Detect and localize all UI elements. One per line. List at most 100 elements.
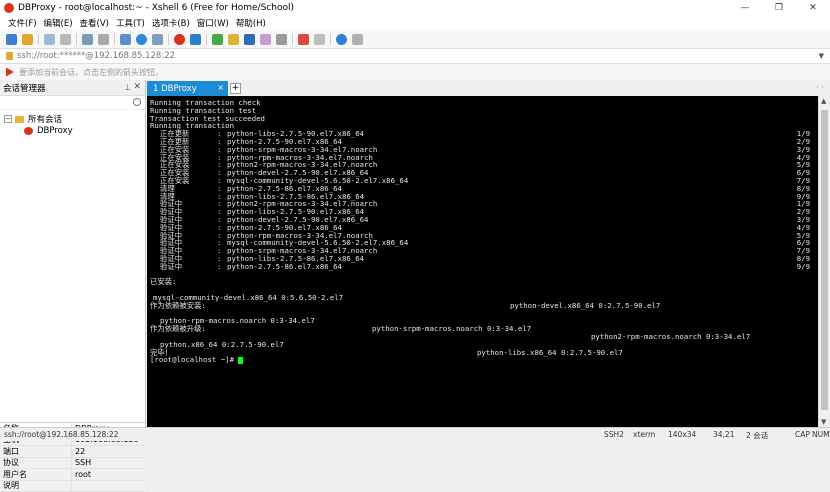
window-controls: — ❐ ✕ — [728, 0, 830, 16]
lock-screen-icon[interactable] — [228, 34, 239, 45]
property-value: 22 — [72, 447, 85, 456]
connect-icon[interactable] — [44, 34, 55, 45]
status-num: NUM — [812, 430, 830, 439]
status-connection: ssh://root@192.168.85.128:22 — [4, 430, 118, 439]
help-icon[interactable] — [336, 34, 347, 45]
tab-label: 1 DBProxy — [153, 84, 197, 94]
fullscreen-icon[interactable] — [212, 34, 223, 45]
maximize-button[interactable]: ❐ — [762, 0, 796, 16]
session-icon — [24, 127, 33, 135]
copy-icon[interactable] — [82, 34, 93, 45]
toolbar-divider — [206, 34, 207, 45]
hint-text: 要添加当前会话，点击左侧的箭头按钮。 — [19, 67, 163, 78]
address-bar[interactable]: ssh://root:******@192.168.85.128:22 ▼ — [0, 48, 830, 64]
transaction-separator: : — [217, 263, 221, 271]
property-row: 协议 SSH — [0, 458, 146, 470]
window-title: DBProxy - root@localhost:~ - Xshell 6 (F… — [18, 3, 294, 13]
status-terminal-type: xterm — [633, 430, 655, 439]
folder-icon — [15, 116, 24, 123]
xftp-transfer-icon[interactable] — [190, 34, 201, 45]
terminal-scrollbar[interactable]: ▲ ▼ — [818, 96, 830, 427]
scroll-up-icon[interactable]: ▲ — [821, 97, 826, 105]
property-row: 端口 22 — [0, 446, 146, 458]
property-key: 端口 — [0, 446, 72, 457]
tab-dbproxy[interactable]: 1 DBProxy × — [147, 81, 228, 96]
terminal-settings-icon[interactable] — [120, 34, 131, 45]
prompt-line[interactable]: [root@localhost ~]# — [150, 356, 818, 364]
shell-prompt: [root@localhost ~]# — [150, 355, 238, 364]
terminal-blank-line — [150, 317, 818, 325]
disconnect-icon[interactable] — [60, 34, 71, 45]
tree-item-label: DBProxy — [37, 126, 73, 136]
session-hint-bar: 要添加当前会话，点击左侧的箭头按钮。 — [0, 64, 830, 80]
toolbar-divider — [168, 34, 169, 45]
property-row: 说明 — [0, 481, 146, 492]
session-manager-title: 会话管理器 — [3, 82, 46, 94]
address-input[interactable]: ssh://root:******@192.168.85.128:22 — [17, 51, 175, 61]
toolbar-divider — [292, 34, 293, 45]
dependency-installed-row: python-rpm-macros.noarch 0:3-34.el7 pyth… — [150, 310, 818, 318]
dependency-upgraded-row: python.x86_64 0:2.7.5-90.el7 python-libs… — [150, 333, 818, 341]
terminal-blank-line — [150, 294, 818, 302]
lock-icon — [6, 52, 13, 60]
session-search-input[interactable] — [0, 96, 145, 110]
minimize-button[interactable]: — — [728, 0, 762, 16]
menu-window[interactable]: 窗口(W) — [197, 17, 229, 29]
status-caps: CAP — [795, 430, 810, 439]
menu-bar: 文件(F) 编辑(E) 查看(V) 工具(T) 选项卡(B) 窗口(W) 帮助(… — [0, 16, 830, 30]
tab-scroll-arrows[interactable]: ‹ › — [816, 83, 824, 91]
layout-icon[interactable] — [314, 34, 325, 45]
toolbar-divider — [330, 34, 331, 45]
new-session-icon[interactable] — [6, 34, 17, 45]
session-manager-panel: 会话管理器 ⊥ ✕ − 所有会话 DBProxy 名称 DBProxy 主机 1… — [0, 80, 146, 427]
menu-tabs[interactable]: 选项卡(B) — [152, 17, 190, 29]
collapse-toggle[interactable]: − — [4, 115, 12, 123]
toolbar-divider — [114, 34, 115, 45]
toolbar-divider — [38, 34, 39, 45]
scroll-down-icon[interactable]: ▼ — [821, 418, 826, 426]
compose-icon[interactable] — [298, 34, 309, 45]
menu-file[interactable]: 文件(F) — [8, 17, 37, 29]
session-manager-header: 会话管理器 ⊥ ✕ — [0, 80, 145, 96]
chevron-down-icon[interactable]: ▼ — [819, 52, 824, 60]
tree-item-all-sessions[interactable]: − 所有会话 — [0, 113, 145, 125]
property-row: 用户名 root — [0, 469, 146, 481]
tree-item-label: 所有会话 — [28, 113, 62, 125]
keyboard-icon[interactable] — [244, 34, 255, 45]
tree-item-dbproxy[interactable]: DBProxy — [0, 125, 145, 137]
menu-tools[interactable]: 工具(T) — [116, 17, 145, 29]
arrow-right-icon[interactable] — [6, 68, 14, 77]
scrollbar-thumb[interactable] — [821, 110, 828, 410]
globe-icon[interactable] — [136, 34, 147, 45]
terminal-output[interactable]: Running transaction check Running transa… — [147, 96, 818, 427]
tab-close-icon[interactable]: × — [217, 83, 224, 92]
title-bar: DBProxy - root@localhost:~ - Xshell 6 (F… — [0, 0, 830, 16]
status-protocol: SSH2 — [604, 430, 624, 439]
chat-icon[interactable] — [352, 34, 363, 45]
property-key: 用户名 — [0, 469, 72, 480]
script-icon[interactable] — [276, 34, 287, 45]
toolbar-divider — [76, 34, 77, 45]
status-size: 140x34 — [668, 430, 696, 439]
xftp-icon[interactable] — [174, 34, 185, 45]
transaction-action: 验证中 — [160, 263, 182, 271]
search-icon[interactable] — [133, 98, 141, 106]
menu-edit[interactable]: 编辑(E) — [44, 17, 73, 29]
menu-view[interactable]: 查看(V) — [80, 17, 109, 29]
close-panel-icon[interactable]: ✕ — [133, 82, 141, 92]
new-tab-button[interactable]: + — [230, 83, 241, 94]
terminal-blank-line — [150, 271, 818, 279]
terminal-blank-line — [150, 341, 818, 349]
find-icon[interactable] — [98, 34, 109, 45]
font-icon[interactable] — [152, 34, 163, 45]
toolbar — [0, 30, 830, 48]
close-button[interactable]: ✕ — [796, 0, 830, 16]
pin-icon[interactable]: ⊥ — [124, 83, 131, 92]
highlight-icon[interactable] — [260, 34, 271, 45]
installed-row: mysql-community-devel.x86_64 0:5.6.50-2.… — [150, 286, 818, 294]
session-tab-bar: 1 DBProxy × + ‹ › — [147, 80, 830, 96]
menu-help[interactable]: 帮助(H) — [236, 17, 266, 29]
status-sessions: 2 会话 — [746, 430, 768, 441]
open-folder-icon[interactable] — [22, 34, 33, 45]
dependency-upgraded-header: 作为依赖被升级: — [150, 325, 818, 333]
